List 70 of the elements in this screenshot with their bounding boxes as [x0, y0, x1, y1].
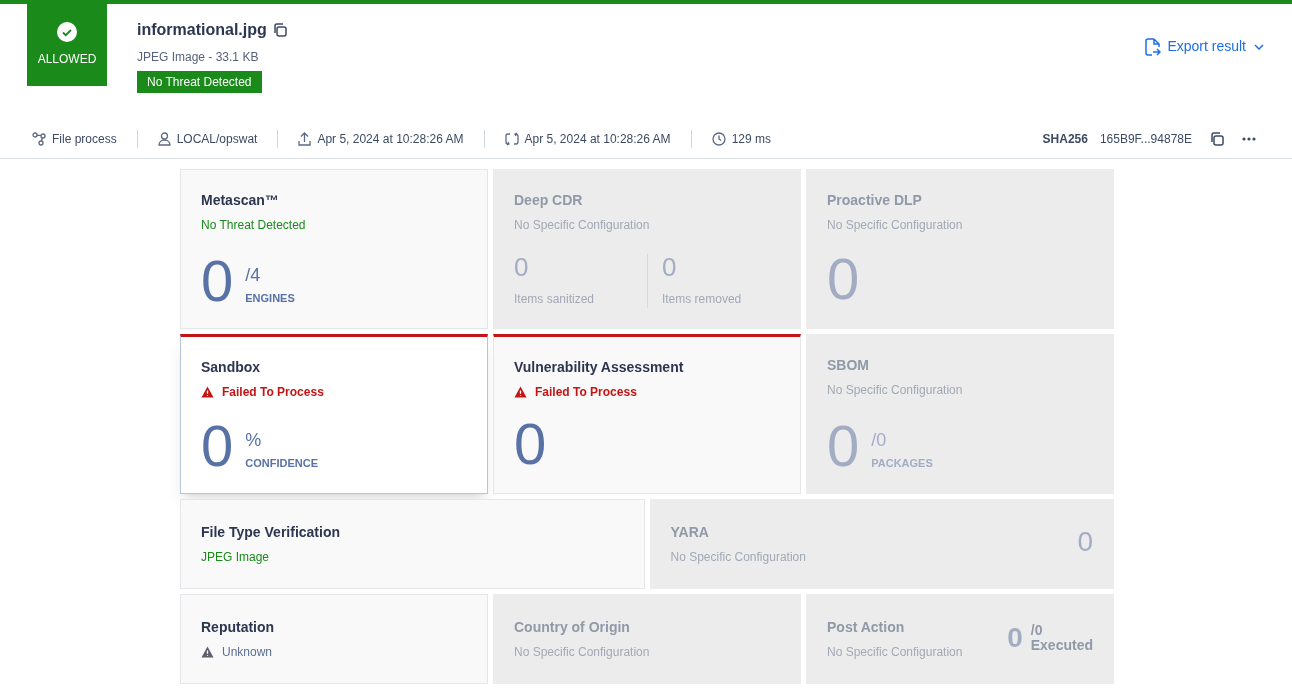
big-number: 0	[201, 417, 234, 475]
card-status: No Specific Configuration	[514, 217, 650, 234]
number-caption: ENGINES	[245, 290, 295, 306]
big-number: 0	[827, 417, 860, 475]
card-status: Failed To Process	[535, 384, 637, 401]
count-value: 0	[1077, 528, 1093, 556]
card-status: Failed To Process	[222, 384, 324, 401]
card-title: Country of Origin	[514, 618, 631, 637]
count-value: 0	[514, 254, 530, 280]
card-title: Metascan™	[201, 191, 280, 210]
card-status: No Specific Configuration	[827, 644, 963, 661]
status-badge: No Threat Detected	[137, 71, 262, 93]
number-caption: CONFIDENCE	[245, 455, 318, 471]
meta-text: Apr 5, 2024 at 10:28:26 AM	[524, 131, 671, 148]
export-file-icon	[1145, 37, 1162, 56]
warning-icon	[514, 386, 527, 398]
check-icon	[57, 22, 77, 42]
module-card[interactable]: Reputation Unknown	[180, 594, 488, 684]
upload-icon	[298, 132, 312, 146]
card-status: No Specific Configuration	[827, 382, 963, 399]
export-result-button[interactable]: Export result	[1145, 36, 1264, 57]
hash-label: SHA256	[1042, 131, 1088, 148]
verdict-badge: ALLOWED	[27, 4, 107, 86]
card-title: Sandbox	[201, 358, 262, 377]
big-number: 0	[514, 415, 547, 473]
card-title: Post Action	[827, 618, 906, 637]
card-title: Proactive DLP	[827, 191, 923, 210]
big-number: 0	[201, 252, 234, 310]
user-icon	[157, 132, 171, 146]
process-icon	[32, 132, 46, 146]
card-title: Vulnerability Assessment	[514, 358, 684, 377]
number-caption: Executed	[1030, 638, 1093, 654]
card-status: No Specific Configuration	[670, 549, 806, 566]
copy-icon[interactable]	[1210, 132, 1224, 146]
sync-icon	[504, 132, 519, 146]
card-title: File Type Verification	[201, 523, 340, 542]
card-status: No Specific Configuration	[827, 217, 963, 234]
copy-icon[interactable]	[272, 23, 287, 37]
card-title: Deep CDR	[514, 191, 584, 210]
module-card[interactable]: Vulnerability Assessment Failed To Process 0	[493, 334, 801, 494]
card-title: YARA	[670, 523, 710, 542]
card-title: Reputation	[201, 618, 275, 637]
module-card[interactable]: File Type Verification JPEG Image	[180, 499, 645, 589]
big-number: 0	[827, 250, 860, 308]
hash-value: 165B9F...94878E	[1099, 131, 1192, 148]
card-status: JPEG Image	[201, 549, 270, 566]
meta-text: 129 ms	[731, 131, 771, 148]
chevron-down-icon	[1254, 43, 1264, 50]
number-suffix: %	[245, 430, 263, 449]
meta-text: LOCAL/opswat	[176, 131, 258, 148]
warning-icon	[201, 386, 214, 398]
card-status: No Threat Detected	[201, 217, 306, 234]
count-caption: Items sanitized	[514, 291, 596, 308]
count-value: 0	[1007, 624, 1023, 653]
card-status: Unknown	[222, 644, 273, 661]
meta-text: File process	[52, 131, 117, 148]
number-suffix: /0	[1030, 623, 1044, 639]
card-title: SBOM	[827, 356, 870, 375]
meta-text: Apr 5, 2024 at 10:28:26 AM	[317, 131, 464, 148]
number-suffix: /0	[871, 430, 888, 449]
clock-icon	[711, 132, 726, 146]
more-icon[interactable]	[1242, 137, 1256, 141]
file-details: JPEG Image - 33.1 KB	[137, 49, 259, 66]
card-status: No Specific Configuration	[514, 644, 650, 661]
number-caption: PACKAGES	[871, 455, 933, 471]
number-suffix: /4	[245, 265, 262, 284]
count-caption: Items removed	[661, 291, 743, 308]
warning-icon	[201, 646, 214, 658]
count-value: 0	[661, 254, 678, 280]
file-name: informational.jpg	[137, 20, 267, 40]
